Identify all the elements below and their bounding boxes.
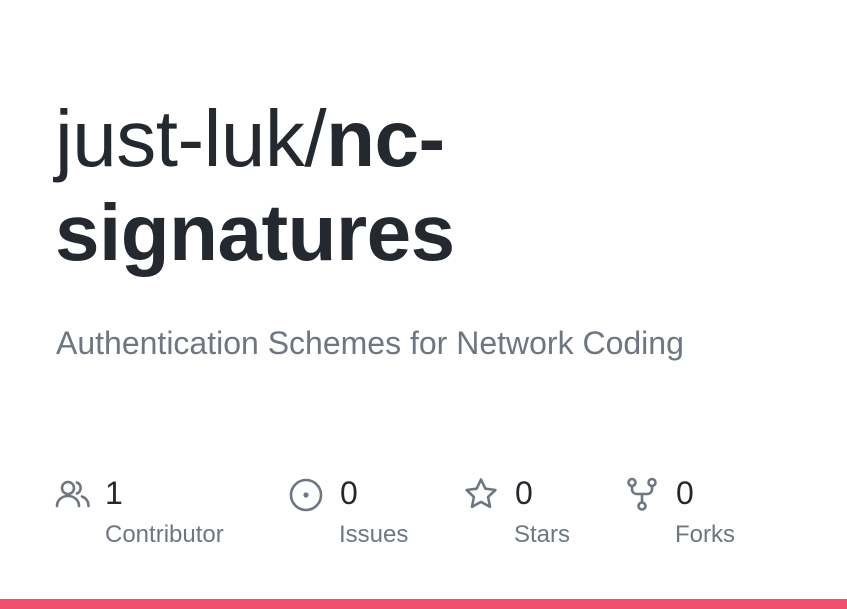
repo-stats: 1 Contributor 0 Issues 0 Stars 0 Forks xyxy=(0,0,847,609)
issues-label: Issues xyxy=(339,521,409,548)
people-icon xyxy=(55,476,91,512)
accent-bar xyxy=(0,599,847,609)
star-icon xyxy=(463,476,499,512)
forks-label: Forks xyxy=(675,521,735,548)
repo-social-card: just-luk/nc-signatures Authentication Sc… xyxy=(0,0,847,609)
contributors-count: 1 xyxy=(105,475,123,511)
contributors-label: Contributor xyxy=(105,521,224,548)
stars-count: 0 xyxy=(515,475,533,511)
stars-label: Stars xyxy=(514,521,571,548)
issue-icon xyxy=(288,476,324,512)
fork-icon xyxy=(624,476,660,512)
forks-count: 0 xyxy=(676,475,694,511)
issues-count: 0 xyxy=(340,475,358,511)
